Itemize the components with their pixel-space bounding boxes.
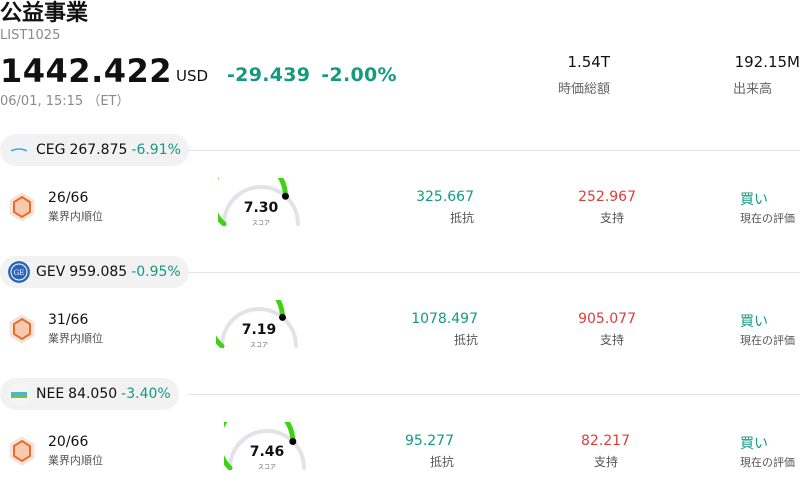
ticker: CEG <box>36 142 66 158</box>
support-value: 252.967 <box>578 189 636 205</box>
ge-vernova-logo: GE <box>8 261 30 283</box>
score-label: スコア <box>251 220 270 227</box>
support-label: 支持 <box>599 333 624 347</box>
support-value: 82.217 <box>581 433 630 449</box>
stock-price: 959.085 <box>69 264 128 280</box>
ticker: GEV <box>36 264 66 280</box>
stock-row[interactable]: CEG 267.875 -6.91% 26/66 業界内順位 7.30 スコア … <box>0 134 800 256</box>
industry-rank-label: 業界内順位 <box>48 454 103 467</box>
ticker: NEE <box>36 386 65 402</box>
score-label: スコア <box>249 342 268 349</box>
support-label: 支持 <box>593 455 618 469</box>
industry-rank: 26/66 <box>48 190 89 206</box>
currency-label: USD <box>176 67 209 85</box>
stock-row[interactable]: GE GEV 959.085 -0.95% 31/66 業界内順位 7.19 ス… <box>0 256 800 378</box>
support-value: 905.077 <box>578 311 636 327</box>
industry-rank: 20/66 <box>48 434 89 450</box>
rank-hexagon-icon <box>9 436 35 466</box>
industry-rank-label: 業界内順位 <box>48 210 103 223</box>
resistance-value: 95.277 <box>405 433 454 449</box>
support-label: 支持 <box>599 211 624 225</box>
rating-value: 買い <box>740 314 768 330</box>
rank-hexagon-icon <box>9 314 35 344</box>
row-divider <box>188 272 800 273</box>
rating-label: 現在の評価 <box>740 456 795 469</box>
index-code: LIST1025 <box>0 28 61 43</box>
resistance-value: 325.667 <box>416 189 474 205</box>
stock-change-percent: -3.40% <box>121 386 171 402</box>
change-percent: -2.00% <box>321 64 397 86</box>
volume-value: 192.15M <box>734 53 800 71</box>
rating-value: 買い <box>740 436 768 452</box>
stock-chip[interactable]: GE GEV 959.085 -0.95% <box>0 256 189 288</box>
score-value: 7.46 <box>249 444 285 460</box>
nextera-logo <box>8 383 30 405</box>
market-cap-value: 1.54T <box>567 53 610 71</box>
svg-text:GE: GE <box>14 269 25 277</box>
constellation-logo <box>8 139 30 161</box>
stock-price: 84.050 <box>68 386 118 402</box>
score-value: 7.30 <box>243 200 279 216</box>
rating-value: 買い <box>740 192 768 208</box>
index-price: 1442.422 <box>0 52 173 90</box>
stock-chip[interactable]: CEG 267.875 -6.91% <box>0 134 189 166</box>
stock-change-percent: -6.91% <box>131 142 181 158</box>
stock-price: 267.875 <box>69 142 128 158</box>
score-value: 7.19 <box>241 322 277 338</box>
rating-label: 現在の評価 <box>740 212 795 225</box>
industry-rank: 31/66 <box>48 312 89 328</box>
page-title: 公益事業 <box>0 1 89 26</box>
stock-change-percent: -0.95% <box>131 264 181 280</box>
market-cap-label: 時価総額 <box>557 82 610 97</box>
resistance-label: 抵抗 <box>449 211 474 225</box>
stock-row[interactable]: NEE 84.050 -3.40% 20/66 業界内順位 7.46 スコア 9… <box>0 378 800 500</box>
volume-label: 出来高 <box>732 82 772 97</box>
rating-label: 現在の評価 <box>740 334 795 347</box>
resistance-label: 抵抗 <box>453 333 478 347</box>
row-divider <box>188 150 800 151</box>
rank-hexagon-icon <box>9 192 35 222</box>
row-divider <box>188 394 800 395</box>
stock-chip[interactable]: NEE 84.050 -3.40% <box>0 378 179 410</box>
resistance-value: 1078.497 <box>411 311 478 327</box>
score-label: スコア <box>257 464 276 471</box>
resistance-label: 抵抗 <box>429 455 454 469</box>
price-change: -29.439 -2.00% <box>227 64 397 86</box>
change-value: -29.439 <box>227 64 311 86</box>
industry-rank-label: 業界内順位 <box>48 332 103 345</box>
timestamp: 06/01, 15:15 （ET） <box>0 94 130 109</box>
